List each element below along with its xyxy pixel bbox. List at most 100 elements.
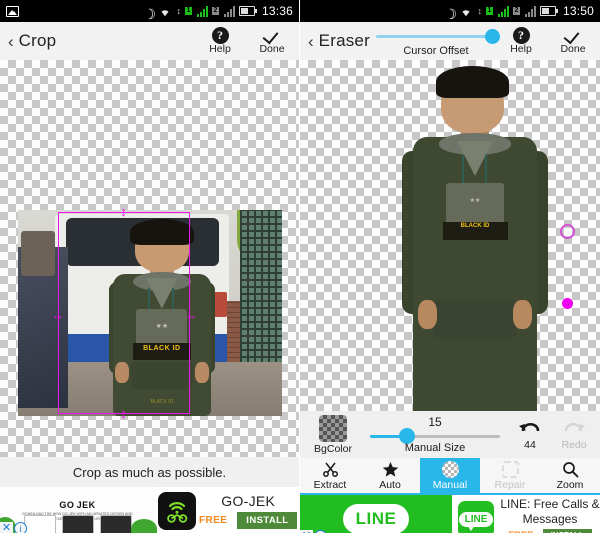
done-label: Done <box>259 43 285 55</box>
ad-banner-line[interactable]: LINE LINE LINE: Free Calls & Messages FR… <box>300 495 600 533</box>
cutout-hair <box>436 66 509 98</box>
undo-button[interactable]: 44 <box>508 418 552 451</box>
crop-handle-left[interactable]: ↔ <box>47 309 69 321</box>
crop-hint: Crop as much as possible. <box>0 457 299 487</box>
photo-gate <box>239 210 282 379</box>
cutout-hand-left <box>417 300 438 329</box>
cutout-hoodie-graphic <box>446 183 504 226</box>
ad-install-button[interactable]: INSTALL <box>237 512 298 529</box>
ad-close-icon[interactable]: ✕ <box>0 522 13 533</box>
line-ad-bubble: LINE <box>342 504 410 533</box>
cutout-subject[interactable]: BLACK ID <box>402 66 548 411</box>
page-title: Eraser <box>318 31 370 50</box>
eraser-touch-point-icon[interactable] <box>562 298 573 309</box>
scissors-icon <box>322 461 339 478</box>
done-label: Done <box>560 43 586 55</box>
left-status-bar: ↕ 1 2 13:36 <box>0 0 299 22</box>
cursor-offset-thumb[interactable] <box>485 29 500 44</box>
cutout-hand-right <box>512 300 533 329</box>
wifi-icon <box>459 6 473 17</box>
tab-auto-label: Auto <box>379 478 401 491</box>
tab-repair[interactable]: Repair <box>480 458 540 493</box>
moon-icon <box>143 6 154 17</box>
right-panel-eraser: ↕ 1 2 13:50 ‹ Eraser Cursor Offset <box>300 0 600 533</box>
line-app-icon-label: LINE <box>458 511 494 531</box>
redo-icon <box>552 418 596 438</box>
ad-info-icon[interactable]: i <box>14 522 27 533</box>
ad-app-icon-wrap <box>155 487 199 533</box>
action-bar-spacer <box>56 22 201 60</box>
page-title: Crop <box>18 31 57 50</box>
tab-extract[interactable]: Extract <box>300 458 360 493</box>
ad-cta-row: FREE INSTALL <box>199 512 298 529</box>
crop-handle-right[interactable]: ↔ <box>180 309 202 321</box>
right-status-right-icons: ↕ 1 2 13:50 <box>444 4 594 18</box>
line-ad-text-block: LINE: Free Calls & Messages FREE INSTALL <box>500 495 600 533</box>
tab-auto[interactable]: Auto <box>360 458 420 493</box>
battery-icon <box>238 6 257 16</box>
line-ad-title: LINE: Free Calls & Messages <box>500 496 600 526</box>
repair-icon <box>501 460 519 478</box>
tab-zoom[interactable]: Zoom <box>540 458 600 493</box>
line-ad-cta-row: FREE INSTALL <box>508 528 592 533</box>
data-transfer-icon: ↕ <box>176 5 181 16</box>
right-status-bar: ↕ 1 2 13:50 <box>300 0 600 22</box>
done-button[interactable]: Done <box>554 27 592 55</box>
ad-text-block: GO-JEK FREE INSTALL <box>199 487 299 533</box>
signal-secondary-icon <box>223 5 235 17</box>
line-ad-install-button[interactable]: INSTALL <box>542 528 592 533</box>
help-button[interactable]: ? Help <box>502 27 540 55</box>
cutout-pocket <box>433 300 517 340</box>
ad-phone-2 <box>61 515 94 533</box>
back-icon[interactable]: ‹ <box>8 33 14 50</box>
redo-button: Redo <box>552 418 596 451</box>
manual-size-label: Manual Size <box>404 441 466 454</box>
bgcolor-swatch-icon <box>319 414 347 442</box>
crop-canvas[interactable]: BLACK ID BLACK ID ↕ ↕ ↔ ↔ <box>0 60 299 457</box>
help-button[interactable]: ? Help <box>201 27 239 55</box>
manual-size-track[interactable] <box>370 434 500 438</box>
screenshot-root: ↕ 1 2 13:36 ‹ Crop ? Help Done <box>0 0 600 533</box>
sim1-badge-icon: 1 <box>485 7 493 15</box>
data-transfer-icon: ↕ <box>477 5 482 16</box>
status-left-icons <box>6 5 19 17</box>
eraser-canvas[interactable]: BLACK ID <box>300 60 600 411</box>
tab-manual[interactable]: Manual <box>420 458 480 493</box>
crop-handle-top[interactable]: ↕ <box>117 205 130 218</box>
sim2-badge-icon: 2 <box>512 7 520 15</box>
ad-banner-gojek[interactable]: GO JEK DOWNLOAD THE NEW GO-JEK WITH AN U… <box>0 487 299 533</box>
star-icon <box>382 461 399 478</box>
eraser-cursor-ring-icon[interactable] <box>560 224 575 239</box>
cursor-offset-slider[interactable]: Cursor Offset <box>370 22 502 60</box>
signal-icon <box>196 5 208 17</box>
check-icon <box>264 27 281 44</box>
line-app-icon-wrap: LINE <box>452 495 500 533</box>
help-label: Help <box>510 43 532 55</box>
cutout-hoodie <box>412 137 538 411</box>
ad-title: GO-JEK <box>221 493 276 509</box>
sim2-badge-icon: 2 <box>211 7 219 15</box>
back-icon[interactable]: ‹ <box>308 33 314 50</box>
manual-size-slider[interactable]: 15 Manual Size <box>362 413 508 457</box>
signal-icon <box>497 5 509 17</box>
ad-decoration-right <box>131 519 157 533</box>
cursor-offset-track[interactable] <box>375 35 492 38</box>
sim1-badge-icon: 1 <box>184 7 192 15</box>
tab-repair-label: Repair <box>494 478 526 491</box>
tab-manual-label: Manual <box>432 478 468 491</box>
done-button[interactable]: Done <box>253 27 291 55</box>
status-clock: 13:36 <box>261 4 293 18</box>
cursor-offset-label: Cursor Offset <box>403 45 469 57</box>
bgcolor-button[interactable]: BgColor <box>304 414 362 455</box>
line-ad-artwork: LINE <box>300 495 452 533</box>
status-right-icons: ↕ 1 2 13:36 <box>143 4 293 18</box>
checker-circle-shape <box>441 460 459 478</box>
crop-handle-bottom[interactable]: ↕ <box>117 407 130 420</box>
checker-circle-icon <box>441 460 459 478</box>
repair-icon-shape <box>501 460 519 478</box>
tab-zoom-label: Zoom <box>556 478 584 491</box>
crop-selection-rect[interactable] <box>58 212 190 414</box>
moon-icon <box>444 6 455 17</box>
ad-thumb-brand: GO JEK <box>59 499 96 510</box>
help-icon: ? <box>512 27 530 44</box>
